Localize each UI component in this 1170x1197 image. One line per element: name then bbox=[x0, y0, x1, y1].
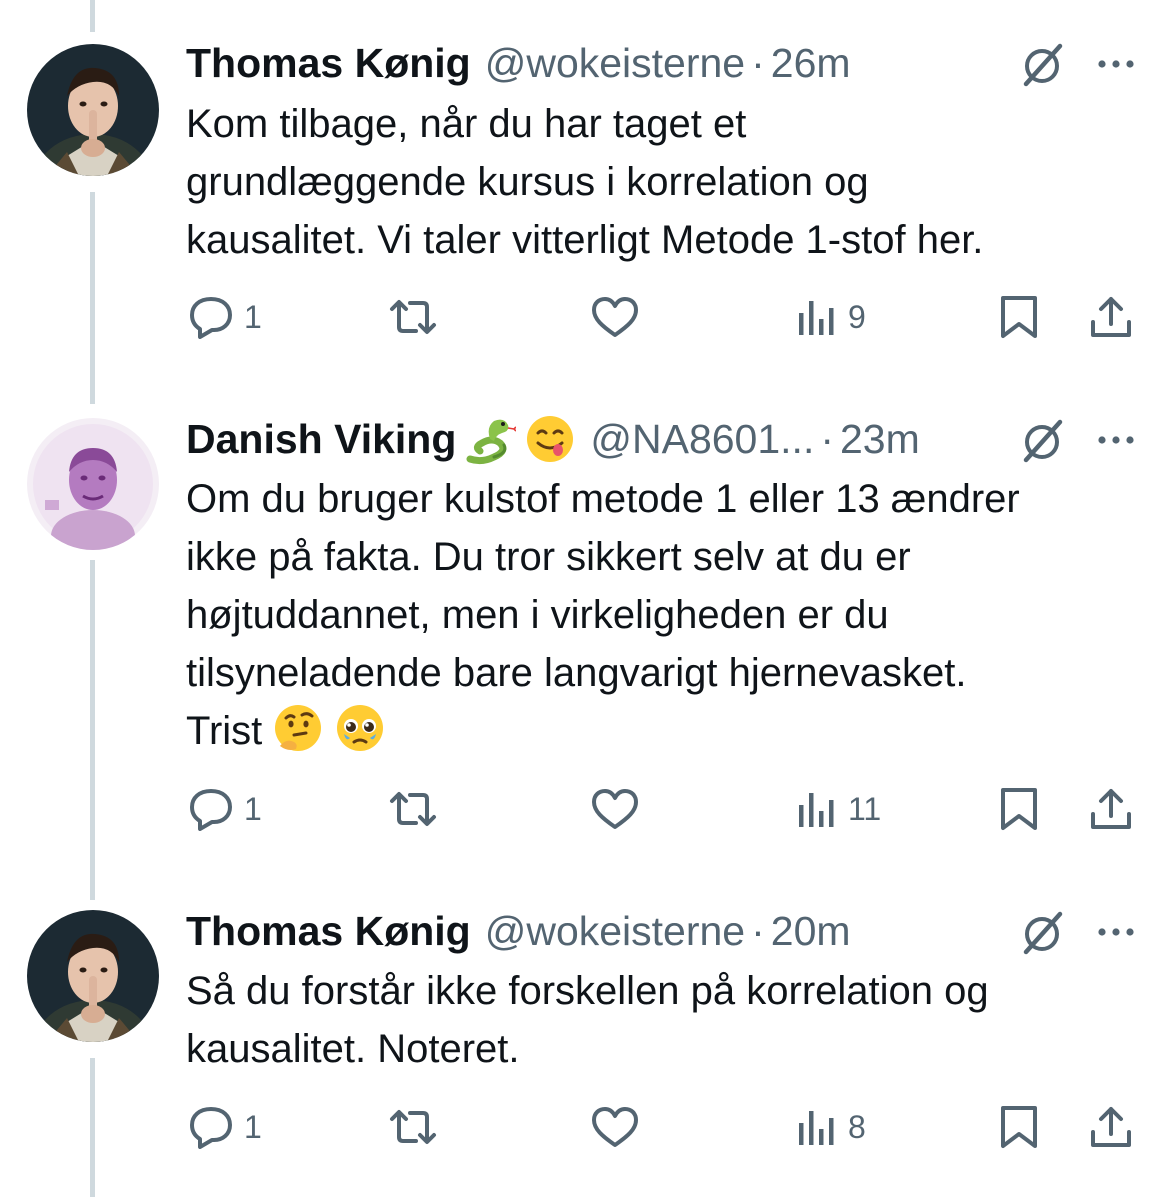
retweet-button[interactable] bbox=[386, 1102, 440, 1152]
tweet-text-line: kausalitet. Noteret. bbox=[186, 1027, 520, 1071]
tweet-text-line: ikke på fakta. Du tror sikkert selv at d… bbox=[186, 535, 911, 579]
like-icon bbox=[590, 787, 640, 831]
grok-icon[interactable] bbox=[1018, 416, 1066, 464]
share-button[interactable] bbox=[1088, 784, 1134, 834]
timestamp[interactable]: 20m bbox=[771, 908, 851, 955]
avatar[interactable] bbox=[27, 44, 159, 176]
tweet-text: Om du bruger kulstof metode 1 eller 13 æ… bbox=[186, 470, 1146, 760]
share-icon bbox=[1088, 1104, 1134, 1150]
author-handle[interactable]: @NA8601... bbox=[590, 416, 814, 463]
tweet-text-line: Så du forstår ikke forskellen på korrela… bbox=[186, 969, 989, 1013]
avatar[interactable] bbox=[27, 910, 159, 1042]
timestamp[interactable]: 26m bbox=[771, 40, 851, 87]
bookmark-icon bbox=[997, 786, 1041, 832]
thinking-face-emoji bbox=[272, 702, 324, 754]
views-button[interactable]: 8 bbox=[796, 1102, 866, 1152]
separator-dot: · bbox=[751, 39, 765, 86]
reply-button[interactable]: 1 bbox=[188, 784, 262, 834]
tweet-header: Thomas Kønig @wokeisterne · 20m bbox=[186, 902, 851, 960]
like-icon bbox=[590, 295, 640, 339]
view-count: 9 bbox=[848, 298, 866, 335]
reply-button[interactable]: 1 bbox=[188, 1102, 262, 1152]
tweet-text-line: Kom tilbage, når du har taget et bbox=[186, 102, 747, 146]
share-icon bbox=[1088, 294, 1134, 340]
tweet-text-line: kausalitet. Vi taler vitterligt Metode 1… bbox=[186, 218, 984, 262]
tweet[interactable]: Danish Viking @NA8601... · 23m Om du bru… bbox=[0, 390, 1170, 880]
retweet-icon bbox=[386, 787, 440, 831]
views-icon bbox=[796, 787, 838, 831]
tweet-text-line: Om du bruger kulstof metode 1 eller 13 æ… bbox=[186, 477, 1020, 521]
share-button[interactable] bbox=[1088, 292, 1134, 342]
yum-face-emoji bbox=[524, 413, 576, 465]
view-count: 11 bbox=[848, 790, 882, 827]
more-icon[interactable] bbox=[1095, 920, 1137, 944]
grok-icon[interactable] bbox=[1018, 40, 1066, 88]
bookmark-button[interactable] bbox=[997, 292, 1041, 342]
retweet-button[interactable] bbox=[386, 784, 440, 834]
views-icon bbox=[796, 1105, 838, 1149]
tweet-header: Danish Viking @NA8601... · 23m bbox=[186, 410, 920, 468]
tweet-actions: 1 11 bbox=[0, 784, 1170, 834]
reply-button[interactable]: 1 bbox=[188, 292, 262, 342]
reply-count: 1 bbox=[244, 298, 262, 335]
like-button[interactable] bbox=[590, 292, 640, 342]
snake-emoji bbox=[464, 413, 517, 465]
bookmark-button[interactable] bbox=[997, 1102, 1041, 1152]
reply-count: 1 bbox=[244, 790, 262, 827]
like-button[interactable] bbox=[590, 784, 640, 834]
bookmark-button[interactable] bbox=[997, 784, 1041, 834]
like-icon bbox=[590, 1105, 640, 1149]
more-icon[interactable] bbox=[1095, 428, 1137, 452]
tweet-text-line: højtuddannet, men i virkeligheden er du bbox=[186, 593, 889, 637]
author-name[interactable]: Danish Viking bbox=[186, 416, 456, 463]
retweet-button[interactable] bbox=[386, 292, 440, 342]
views-icon bbox=[796, 295, 838, 339]
author-name[interactable]: Thomas Kønig bbox=[186, 908, 471, 955]
reply-icon bbox=[188, 787, 234, 831]
tweet-text-line: Trist bbox=[186, 709, 263, 753]
separator-dot: · bbox=[820, 415, 834, 462]
view-count: 8 bbox=[848, 1108, 866, 1145]
avatar[interactable] bbox=[27, 418, 159, 550]
author-handle[interactable]: @wokeisterne bbox=[485, 908, 745, 955]
tweet[interactable]: Thomas Kønig @wokeisterne · 20m Så du fo… bbox=[0, 880, 1170, 1197]
views-button[interactable]: 11 bbox=[796, 784, 881, 834]
views-button[interactable]: 9 bbox=[796, 292, 866, 342]
like-button[interactable] bbox=[590, 1102, 640, 1152]
retweet-icon bbox=[386, 295, 440, 339]
bookmark-icon bbox=[997, 294, 1041, 340]
share-icon bbox=[1088, 786, 1134, 832]
tweet[interactable]: Thomas Kønig @wokeisterne · 26m Kom tilb… bbox=[0, 0, 1170, 390]
more-icon[interactable] bbox=[1095, 52, 1137, 76]
reply-count: 1 bbox=[244, 1108, 262, 1145]
reply-icon bbox=[188, 1105, 234, 1149]
grok-icon[interactable] bbox=[1018, 908, 1066, 956]
reply-icon bbox=[188, 295, 234, 339]
author-name[interactable]: Thomas Kønig bbox=[186, 40, 471, 87]
tweet-actions: 1 8 bbox=[0, 1102, 1170, 1152]
pleading-face-emoji bbox=[334, 702, 386, 754]
tweet-text-line: grundlæggende kursus i korrelation og bbox=[186, 160, 869, 204]
share-button[interactable] bbox=[1088, 1102, 1134, 1152]
tweet-text: Så du forstår ikke forskellen på korrela… bbox=[186, 962, 1146, 1078]
tweet-text-line-last: Trist bbox=[186, 702, 1146, 760]
separator-dot: · bbox=[751, 907, 765, 954]
tweet-header: Thomas Kønig @wokeisterne · 26m bbox=[186, 34, 851, 92]
tweet-text-line: tilsyneladende bare langvarigt hjernevas… bbox=[186, 651, 967, 695]
tweet-actions: 1 9 bbox=[0, 292, 1170, 342]
bookmark-icon bbox=[997, 1104, 1041, 1150]
author-handle[interactable]: @wokeisterne bbox=[485, 40, 745, 87]
timestamp[interactable]: 23m bbox=[840, 416, 920, 463]
retweet-icon bbox=[386, 1105, 440, 1149]
tweet-text: Kom tilbage, når du har taget et grundlæ… bbox=[186, 95, 1146, 269]
